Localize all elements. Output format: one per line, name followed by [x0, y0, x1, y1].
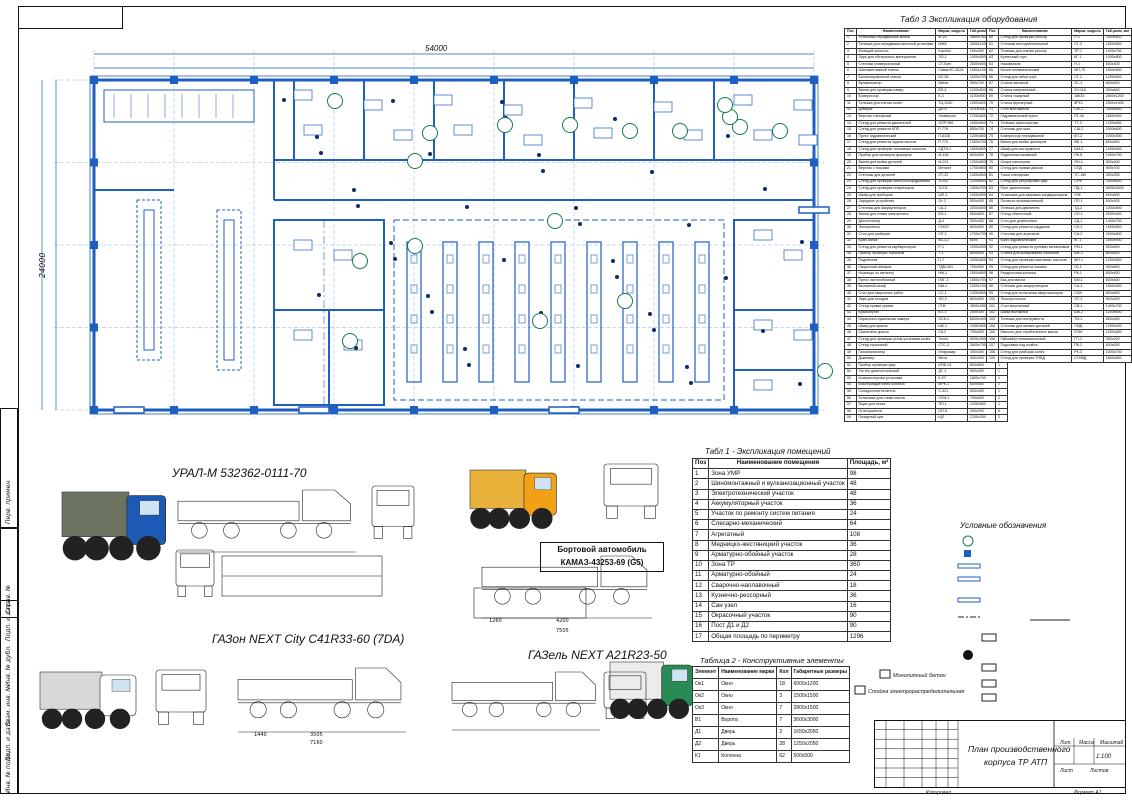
title-sheet: Лист — [1060, 768, 1073, 774]
title-line-1: План производственного — [968, 744, 1071, 754]
title-line-2: корпуса ТР АТП — [984, 757, 1048, 767]
title-mass: Масса — [1079, 740, 1094, 746]
drawing-sheet: Перв. примен. Справ. № Подп. и дата Инв.… — [0, 0, 1132, 800]
title-sheets: Листов — [1090, 768, 1109, 774]
title-block-grid — [874, 720, 1126, 788]
title-scale: 1:100 — [1096, 754, 1112, 760]
title-lit: Лит. — [1060, 740, 1072, 746]
sheet-format: Формат А1 — [1074, 790, 1102, 796]
copied-by: Копировал — [926, 790, 951, 796]
title-scale-label: Масштаб — [1100, 740, 1124, 746]
